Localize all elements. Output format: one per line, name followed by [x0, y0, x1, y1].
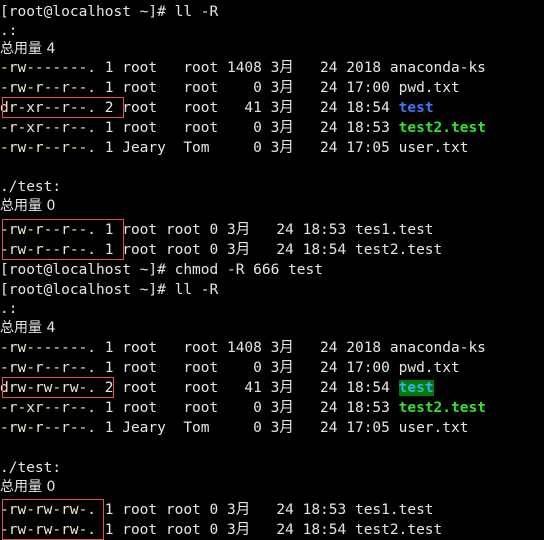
terminal-line-prompt-ll-2: [root@localhost ~]# ll -R — [0, 280, 218, 300]
terminal-line-header-test-1: ./test: — [0, 177, 61, 197]
text-segment-plain: 2 root root 41 3月 24 18:54 — [96, 100, 399, 116]
text-segment-plain: 1 root root 0 3月 24 17:00 pwd.txt — [96, 80, 460, 96]
text-segment-perm: -rw-------. — [0, 340, 97, 356]
text-segment-perm: drw-rw-rw-. — [0, 380, 97, 396]
text-segment-perm: -rw-rw-rw-. — [0, 502, 97, 518]
text-segment-perm: -rw-rw-rw-. — [0, 522, 97, 538]
text-segment-plain: 1 root root 0 3月 24 18:53 — [96, 400, 399, 416]
terminal-line-listing-2-anaconda: -rw-------. 1 root root 1408 3月 24 2018 … — [0, 338, 486, 358]
terminal-line-total-2: 总用量 4 — [0, 318, 55, 338]
text-segment-perm: -rw-r--r--. — [0, 140, 97, 156]
text-segment-plain: 1 Jeary Tom 0 3月 24 17:05 user.txt — [96, 140, 469, 156]
text-segment-plain: 1 root root 0 3月 24 18:53 tes1.test — [96, 502, 434, 518]
text-segment-perm: -rw-------. — [0, 60, 97, 76]
terminal-line-listing-test-2-test2: -rw-rw-rw-. 1 root root 0 3月 24 18:54 te… — [0, 520, 442, 540]
terminal-line-listing-test-1-test2: -rw-r--r--. 1 root root 0 3月 24 18:54 te… — [0, 240, 442, 260]
text-segment-plain: 1 Jeary Tom 0 3月 24 17:05 user.txt — [96, 420, 469, 436]
text-segment-plain: 1 root root 1408 3月 24 2018 anaconda-ks — [96, 60, 486, 76]
terminal-line-listing-2-test2: -r-xr--r--. 1 root root 0 3月 24 18:53 te… — [0, 398, 486, 418]
terminal-line-listing-1-test2: -r-xr--r--. 1 root root 0 3月 24 18:53 te… — [0, 118, 486, 138]
text-segment-perm: -rw-r--r--. — [0, 420, 97, 436]
terminal-line-header-test-2: ./test: — [0, 458, 61, 478]
terminal-line-listing-1-user: -rw-r--r--. 1 Jeary Tom 0 3月 24 17:05 us… — [0, 138, 468, 158]
text-segment-plain: [root@localhost ~]# ll -R — [0, 282, 219, 298]
text-segment-plain: 1 root root 0 3月 24 18:54 test2.test — [96, 522, 443, 538]
terminal-line-listing-test-1-tes1: -rw-r--r--. 1 root root 0 3月 24 18:53 te… — [0, 220, 434, 240]
text-segment-perm: -r-xr--r--. — [0, 400, 97, 416]
text-segment-cjk: 总用量 0 — [0, 479, 56, 495]
text-segment-dir: test — [398, 100, 434, 116]
terminal-line-listing-1-test: dr-xr--r--. 2 root root 41 3月 24 18:54 t… — [0, 98, 434, 118]
terminal-line-prompt-ll-1: [root@localhost ~]# ll -R — [0, 2, 218, 22]
terminal-line-prompt-chmod: [root@localhost ~]# chmod -R 666 test — [0, 260, 323, 280]
text-segment-exec: test2.test — [398, 400, 486, 416]
text-segment-plain: ./test: — [0, 179, 62, 195]
terminal-line-listing-1-anaconda: -rw-------. 1 root root 1408 3月 24 2018 … — [0, 58, 486, 78]
text-segment-plain: 1 root root 1408 3月 24 2018 anaconda-ks — [96, 340, 486, 356]
text-segment-cjk: 总用量 0 — [0, 198, 56, 214]
text-segment-plain: [root@localhost ~]# chmod -R 666 test — [0, 262, 324, 278]
text-segment-perm: -r-xr--r--. — [0, 120, 97, 136]
text-segment-perm: -rw-r--r--. — [0, 242, 97, 258]
text-segment-plain: 1 root root 0 3月 24 17:00 pwd.txt — [96, 360, 460, 376]
terminal-window[interactable]: [root@localhost ~]# ll -R.: 总用量 4 -rw-----… — [0, 0, 544, 540]
text-segment-plain: ./test: — [0, 460, 62, 476]
terminal-line-listing-1-pwd: -rw-r--r--. 1 root root 0 3月 24 17:00 pw… — [0, 78, 460, 98]
text-segment-plain: 1 root root 0 3月 24 18:53 tes1.test — [96, 222, 434, 238]
terminal-line-listing-2-test: drw-rw-rw-. 2 root root 41 3月 24 18:54 t… — [0, 378, 434, 398]
terminal-line-total-test-2: 总用量 0 — [0, 477, 55, 497]
text-segment-perm: -rw-r--r--. — [0, 360, 97, 376]
terminal-line-total-1: 总用量 4 — [0, 39, 55, 59]
text-segment-perm: -rw-r--r--. — [0, 80, 97, 96]
terminal-line-listing-2-user: -rw-r--r--. 1 Jeary Tom 0 3月 24 17:05 us… — [0, 418, 468, 438]
text-segment-plain: .: — [0, 301, 18, 317]
terminal-line-listing-test-2-tes1: -rw-rw-rw-. 1 root root 0 3月 24 18:53 te… — [0, 500, 434, 520]
text-segment-cjk: 总用量 4 — [0, 320, 56, 336]
text-segment-perm: dr-xr--r--. — [0, 100, 97, 116]
text-segment-exec: test2.test — [398, 120, 486, 136]
text-segment-cjk: 总用量 4 — [0, 41, 56, 57]
text-segment-plain: 2 root root 41 3月 24 18:54 — [96, 380, 399, 396]
text-segment-plain: [root@localhost ~]# ll -R — [0, 4, 219, 20]
text-segment-ww-dir: test — [398, 380, 434, 396]
text-segment-plain: 1 root root 0 3月 24 18:54 test2.test — [96, 242, 443, 258]
terminal-line-listing-2-pwd: -rw-r--r--. 1 root root 0 3月 24 17:00 pw… — [0, 358, 460, 378]
text-segment-plain: .: — [0, 23, 18, 39]
terminal-line-header-dot-2: .: — [0, 299, 17, 319]
text-segment-plain: 1 root root 0 3月 24 18:53 — [96, 120, 399, 136]
terminal-line-total-test-1: 总用量 0 — [0, 196, 55, 216]
terminal-line-header-dot-1: .: — [0, 21, 17, 41]
text-segment-perm: -rw-r--r--. — [0, 222, 97, 238]
